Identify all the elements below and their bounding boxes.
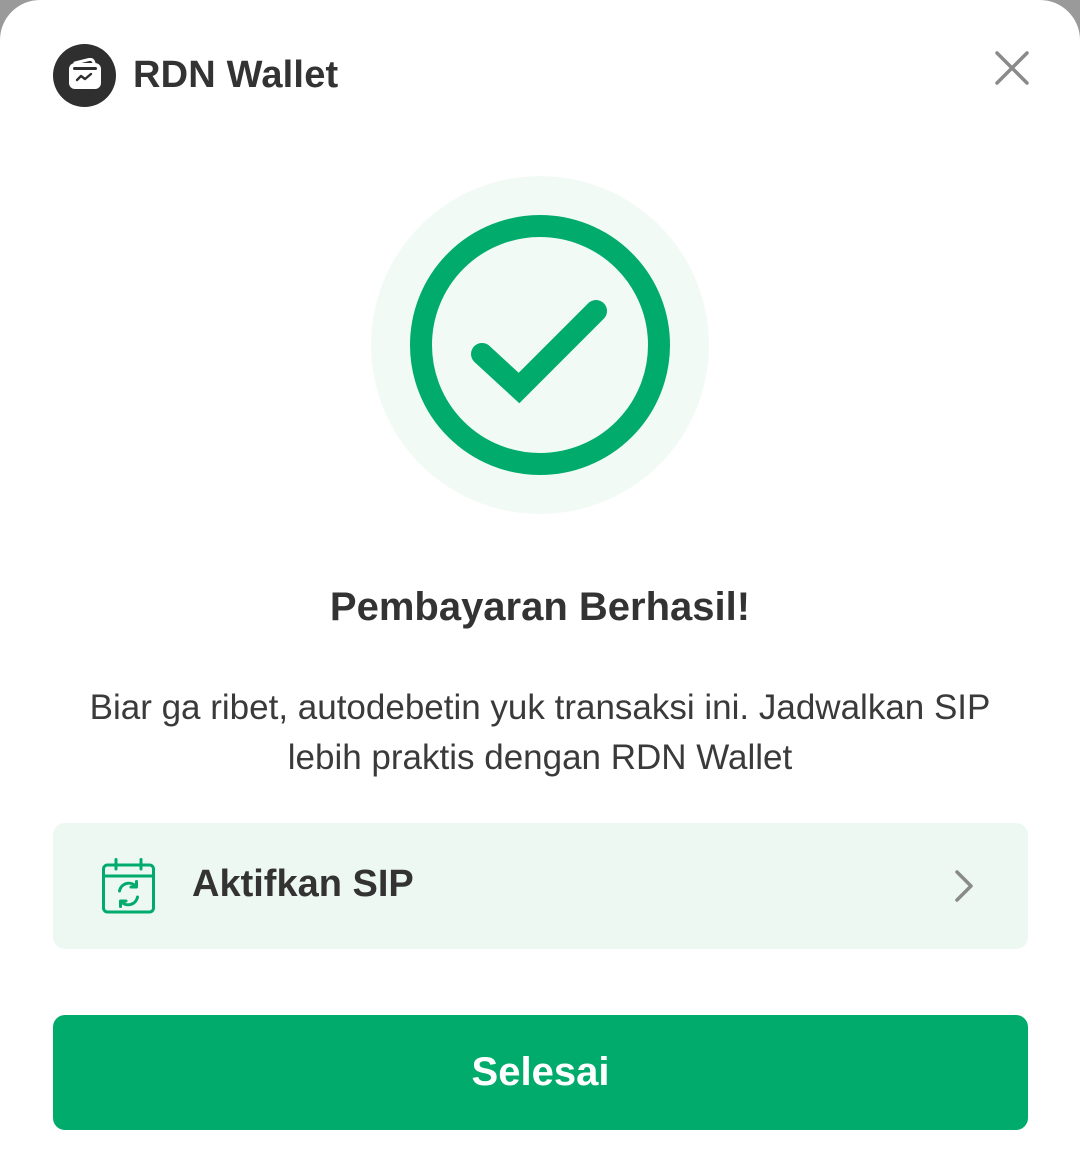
calendar-refresh-icon (102, 858, 155, 914)
activate-sip-label: Aktifkan SIP (192, 863, 414, 905)
success-illustration (371, 176, 709, 514)
close-button[interactable] (992, 48, 1032, 88)
done-button[interactable]: Selesai (53, 1015, 1028, 1130)
chevron-right-icon (955, 870, 973, 902)
bottom-sheet: RDN Wallet Pembayaran Berhasil! Biar ga … (0, 0, 1080, 1163)
brand-name: RDN Wallet (133, 53, 339, 96)
activate-sip-card[interactable]: Aktifkan SIP (53, 823, 1028, 949)
header: RDN Wallet (53, 43, 338, 107)
success-description: Biar ga ribet, autodebetin yuk transaksi… (89, 688, 991, 777)
check-circle-icon (410, 215, 670, 475)
wallet-icon (53, 43, 116, 107)
close-icon (995, 51, 1029, 85)
success-title: Pembayaran Berhasil! (329, 585, 751, 629)
